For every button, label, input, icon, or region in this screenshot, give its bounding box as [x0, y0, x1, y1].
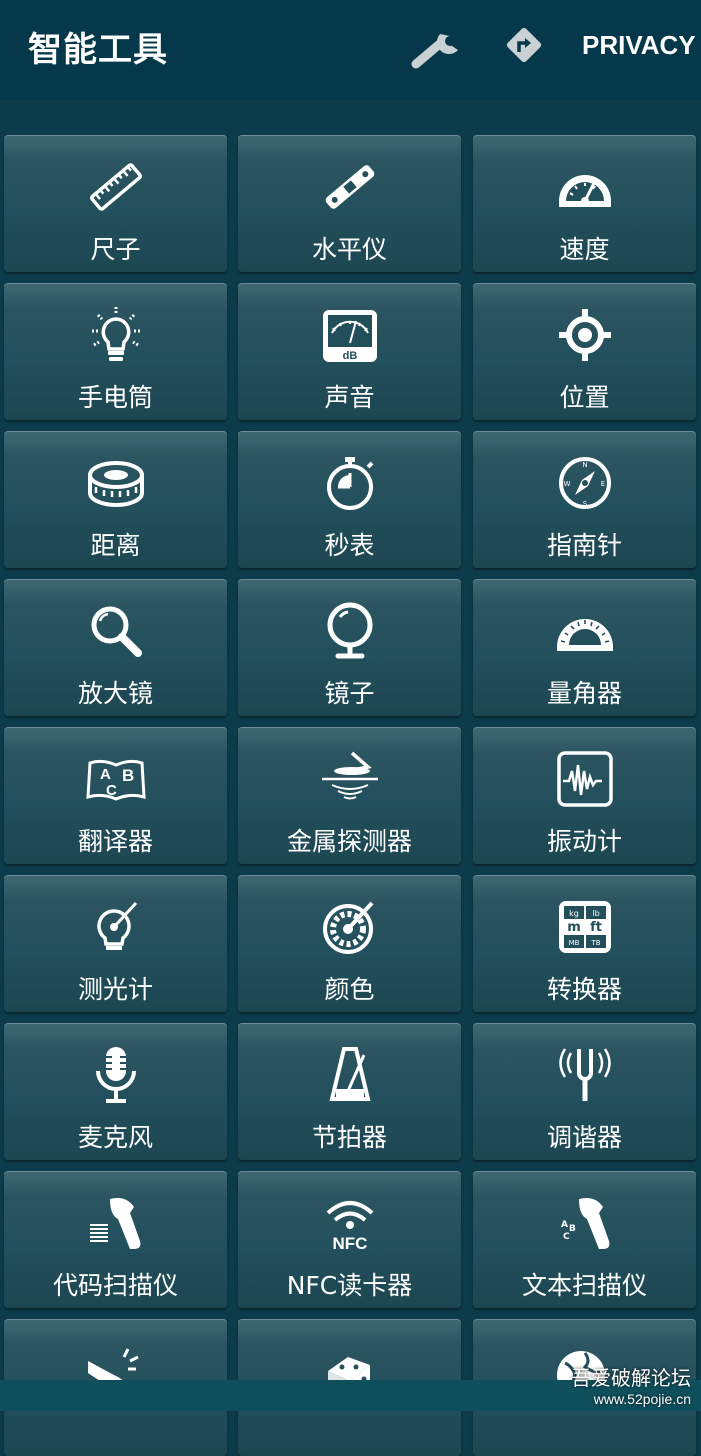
direction-sign-icon[interactable]: [503, 24, 545, 66]
tool-label: 节拍器: [311, 1123, 387, 1152]
book-abc-icon: A BC: [85, 759, 146, 801]
tool-label: 速度: [559, 235, 610, 264]
bulb-icon: [91, 307, 140, 361]
tool-tile-tuning-fork[interactable]: 调谐器: [473, 1023, 696, 1160]
tool-label: 测光计: [77, 975, 153, 1004]
wrench-icon[interactable]: [410, 24, 466, 72]
db-meter-icon: dB: [322, 310, 377, 362]
app-title: 智能工具: [28, 30, 168, 70]
svg-text:TB: TB: [590, 939, 600, 947]
microphone-icon: [95, 1047, 136, 1103]
svg-text:dB: dB: [342, 350, 357, 362]
tool-tile-target[interactable]: 位置: [473, 283, 696, 420]
metronome-icon: [328, 1047, 371, 1101]
tool-label: NFC读卡器: [286, 1271, 413, 1300]
svg-text:MB: MB: [568, 939, 579, 947]
tool-label: 文本扫描仪: [521, 1271, 647, 1300]
svg-text:C: C: [563, 1232, 570, 1242]
magnifier-icon: [91, 606, 142, 657]
privacy-button[interactable]: PRIVACY: [582, 30, 696, 61]
tool-tile-speedometer[interactable]: 速度: [473, 135, 696, 272]
protractor-icon: [556, 619, 613, 651]
svg-text:E: E: [600, 480, 604, 488]
tool-label: 距离: [90, 531, 141, 560]
tool-tile-vibration[interactable]: 振动计: [473, 727, 696, 864]
tool-label: 声音: [324, 383, 375, 412]
metal-detector-icon: [321, 751, 378, 800]
svg-text:m: m: [567, 920, 581, 935]
tool-label: 位置: [559, 383, 610, 412]
nfc-icon: NFC: [326, 1201, 373, 1253]
tool-tile-barcode-scanner[interactable]: 代码扫描仪: [4, 1171, 227, 1308]
svg-text:N: N: [582, 461, 587, 469]
tool-tile-book-abc[interactable]: A B C 翻译器: [4, 727, 227, 864]
svg-text:A: A: [100, 766, 111, 783]
barcode-scanner-icon: [89, 1198, 140, 1249]
tool-label: 调谐器: [546, 1123, 622, 1152]
speedometer-icon: [558, 175, 611, 207]
tool-tile-stopwatch[interactable]: 秒表: [238, 431, 461, 568]
tool-tile-level[interactable]: 水平仪: [238, 135, 461, 272]
tool-tile-light-meter[interactable]: 测光计: [4, 875, 227, 1012]
tool-tile-color-dial[interactable]: 颜色: [238, 875, 461, 1012]
stopwatch-icon: [326, 457, 373, 510]
tool-label: 麦克风: [77, 1123, 153, 1152]
svg-text:A: A: [561, 1220, 568, 1230]
tool-label: 尺子: [90, 235, 141, 264]
light-meter-icon: [96, 901, 137, 950]
mirror-icon: [327, 602, 372, 659]
tape-icon: [87, 461, 144, 507]
tool-label: 镜子: [324, 679, 375, 708]
watermark-line2: www.52pojie.cn: [593, 1391, 691, 1407]
tuning-fork-icon: [558, 1048, 611, 1101]
tool-label: 指南针: [546, 531, 622, 560]
target-icon: [558, 309, 611, 361]
svg-text:NFC: NFC: [332, 1234, 367, 1253]
tool-tile-ruler[interactable]: 尺子: [4, 135, 227, 272]
tool-label: 代码扫描仪: [52, 1271, 178, 1300]
tool-label: 颜色: [324, 975, 375, 1004]
tool-tile-protractor[interactable]: 量角器: [473, 579, 696, 716]
svg-text:W: W: [563, 480, 570, 488]
watermark: 吾爱破解论坛 www.52pojie.cn: [571, 1362, 691, 1407]
tool-label: 放大镜: [77, 679, 153, 708]
svg-text:kg: kg: [569, 909, 579, 918]
svg-text:B: B: [122, 766, 134, 785]
tool-tile-bulb[interactable]: 手电筒: [4, 283, 227, 420]
tool-label: 水平仪: [311, 235, 387, 264]
tool-tile-compass[interactable]: N S W E 指南针: [473, 431, 696, 568]
tool-label: 金属探测器: [286, 827, 412, 856]
watermark-line1: 吾爱破解论坛: [571, 1366, 691, 1390]
text-scanner-icon: A BC: [561, 1198, 609, 1249]
converter-icon: kg lb MB TB m ft: [558, 901, 611, 953]
tool-tile-metal-detector[interactable]: 金属探测器: [238, 727, 461, 864]
tool-label: 翻译器: [77, 827, 153, 856]
compass-icon: N S W E: [558, 457, 611, 509]
svg-text:ft: ft: [590, 920, 602, 935]
tool-label: 振动计: [546, 827, 622, 856]
tool-tile-tape[interactable]: 距离: [4, 431, 227, 568]
app-bar: 智能工具 PRIVACY: [0, 0, 701, 100]
tool-tile-text-scanner[interactable]: A B C 文本扫描仪: [473, 1171, 696, 1308]
svg-text:S: S: [582, 500, 587, 508]
tool-tile-converter[interactable]: kg lb MB TB m ft 转换器: [473, 875, 696, 1012]
tool-label: 秒表: [324, 531, 375, 560]
tool-tile-magnifier[interactable]: 放大镜: [4, 579, 227, 716]
tool-tile-db-meter[interactable]: dB 声音: [238, 283, 461, 420]
svg-text:C: C: [106, 782, 117, 799]
tool-tile-microphone[interactable]: 麦克风: [4, 1023, 227, 1160]
level-icon: [325, 165, 374, 209]
tool-label: 手电筒: [77, 383, 153, 412]
color-dial-icon: [322, 901, 373, 954]
svg-text:B: B: [569, 1224, 576, 1234]
tool-tile-mirror[interactable]: 镜子: [238, 579, 461, 716]
tool-label: 量角器: [546, 679, 622, 708]
tool-tile-metronome[interactable]: 节拍器: [238, 1023, 461, 1160]
vibration-icon: [556, 751, 613, 807]
ruler-icon: [89, 163, 142, 211]
svg-text:lb: lb: [592, 909, 599, 918]
tool-label: 转换器: [546, 975, 622, 1004]
tool-tile-nfc[interactable]: NFC NFC读卡器: [238, 1171, 461, 1308]
